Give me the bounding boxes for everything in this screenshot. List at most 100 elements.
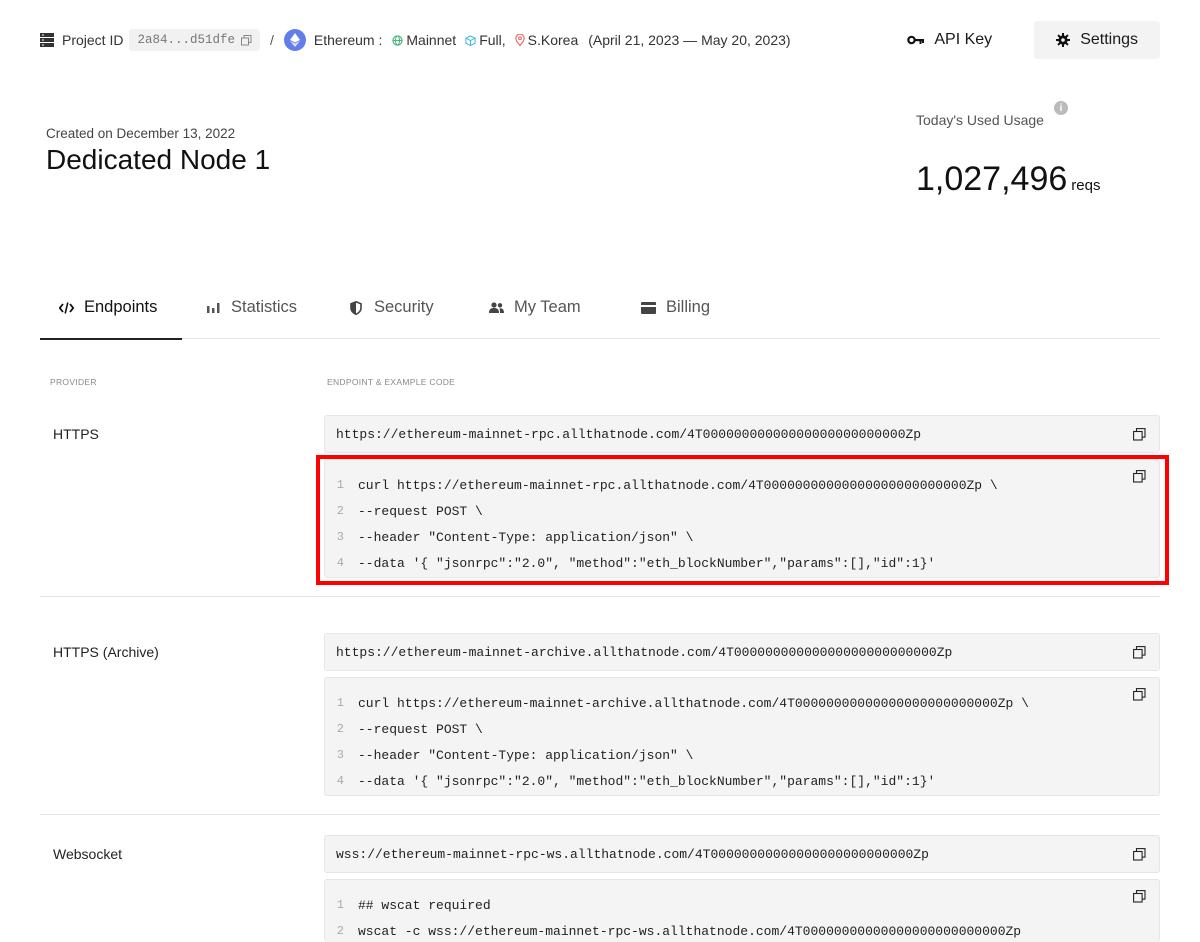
code-line: 2 --request POST \ [325,716,1159,742]
top-actions: API Key Settings [889,21,1160,59]
location-pin-icon [514,34,525,46]
code-line: 3 --header "Content-Type: application/jso… [325,524,1159,550]
team-icon [488,300,504,316]
database-icon [40,33,54,47]
api-key-button[interactable]: API Key [889,21,1034,59]
created-date: Created on December 13, 2022 [46,126,236,141]
bar-chart-icon [205,300,221,316]
code-text: --header "Content-Type: application/json… [358,747,694,763]
copy-icon[interactable] [1133,646,1146,659]
endpoint-url-box: https://ethereum-mainnet-rpc.allthatnode… [324,415,1160,453]
tab-endpoints[interactable]: Endpoints [40,276,182,340]
endpoint-column-header: ENDPOINT & EXAMPLE CODE [327,377,456,387]
top-bar: Project ID 2a84...d51dfe / Ethereum : Ma… [40,20,1160,60]
info-icon[interactable]: i [1054,101,1068,115]
divider [40,814,1160,815]
usage-label: Today's Used Usage [916,112,1044,128]
network-name: Ethereum : [313,32,383,48]
breadcrumb-separator: / [270,32,274,48]
endpoint-url: https://ethereum-mainnet-rpc.allthatnode… [336,426,922,442]
card-icon [640,300,656,316]
code-example: 1 curl https://ethereum-mainnet-archive.a… [324,677,1160,796]
line-number: 2 [336,722,344,736]
copy-icon[interactable] [1133,688,1146,701]
project-id-label: Project ID [62,32,124,48]
billing-period: (April 21, 2023 — May 20, 2023) [588,32,791,48]
cube-icon [465,34,476,46]
ethereum-icon [283,29,306,51]
copy-icon[interactable] [1133,428,1146,441]
breadcrumb: Project ID 2a84...d51dfe / Ethereum : Ma… [40,29,791,51]
code-text: --header "Content-Type: application/json… [358,529,694,545]
endpoint-url: https://ethereum-mainnet-archive.allthat… [336,644,953,660]
tab-my-team[interactable]: My Team [465,276,617,339]
region-chip: S.Korea [514,32,579,48]
globe-icon [392,34,404,46]
page-title: Dedicated Node 1 [46,144,271,175]
line-number: 4 [336,556,344,570]
gear-icon [1056,33,1071,47]
code-text: wscat -c wss://ethereum-mainnet-rpc-ws.a… [358,923,1022,939]
copy-icon[interactable] [1133,848,1146,861]
code-line: 2 --request POST \ [325,498,1159,524]
usage-value: 1,027,496 [916,160,1068,198]
tab-label: Statistics [231,298,298,316]
node-type-chip: Full, [465,32,506,48]
mainnet-chip: Mainnet [392,32,456,48]
code-example: 1 curl https://ethereum-mainnet-rpc.allth… [324,459,1160,578]
copy-icon[interactable] [1133,470,1146,483]
tab-statistics[interactable]: Statistics [182,276,325,339]
key-icon [907,35,925,45]
project-id-box: 2a84...d51dfe [129,29,260,51]
code-text: --data '{ "jsonrpc":"2.0", "method":"eth… [358,773,936,789]
line-number: 2 [336,924,344,938]
line-number: 4 [336,774,344,788]
code-text: curl https://ethereum-mainnet-archive.al… [358,695,1029,711]
code-line: 1 curl https://ethereum-mainnet-rpc.allth… [325,472,1159,498]
line-number: 2 [336,504,344,518]
mainnet-label: Mainnet [406,32,457,48]
code-line: 4 --data '{ "jsonrpc":"2.0", "method":"et… [325,768,1159,794]
code-line: 1 curl https://ethereum-mainnet-archive.a… [325,690,1159,716]
tab-label: My Team [514,298,581,316]
shield-icon [348,300,364,316]
code-text: --data '{ "jsonrpc":"2.0", "method":"eth… [358,555,936,571]
divider [40,596,1160,597]
endpoint-url-box: wss://ethereum-mainnet-rpc-ws.allthatnod… [324,835,1160,873]
settings-button[interactable]: Settings [1034,21,1160,59]
usage-unit: reqs [1071,177,1101,194]
tab-security[interactable]: Security [325,276,465,339]
code-line: 4 --data '{ "jsonrpc":"2.0", "method":"et… [325,550,1159,576]
code-text: --request POST \ [358,503,483,519]
provider-name: HTTPS (Archive) [53,644,159,660]
usage-value-container: 1,027,496 reqs [916,160,1100,199]
code-text: ## wscat required [358,897,491,913]
region-label: S.Korea [527,32,579,48]
tab-label: Endpoints [84,298,158,316]
code-line: 2 wscat -c wss://ethereum-mainnet-rpc-ws.… [325,918,1159,942]
provider-name: Websocket [53,846,122,862]
code-icon [58,300,74,316]
tab-label: Security [374,298,434,316]
code-example: 1 ## wscat required 2 wscat -c wss://ether… [324,879,1160,942]
copy-icon[interactable] [1133,890,1146,903]
endpoint-url: wss://ethereum-mainnet-rpc-ws.allthatnod… [336,846,929,862]
api-key-label: API Key [934,31,993,48]
tab-billing[interactable]: Billing [617,276,757,339]
code-text: --request POST \ [358,721,483,737]
tab-label: Billing [666,298,711,316]
tab-bar: Endpoints Statistics Security My Team Bi… [40,276,1160,340]
line-number: 1 [336,898,344,912]
code-line: 3 --header "Content-Type: application/jso… [325,742,1159,768]
endpoint-url-box: https://ethereum-mainnet-archive.allthat… [324,633,1160,671]
provider-column-header: PROVIDER [50,377,97,387]
settings-label: Settings [1080,31,1138,48]
project-id-value: 2a84...d51dfe [137,33,235,47]
copy-icon[interactable] [241,34,252,46]
line-number: 3 [336,748,344,762]
provider-name: HTTPS [53,426,99,442]
line-number: 1 [336,478,344,492]
code-text: curl https://ethereum-mainnet-rpc.alltha… [358,477,998,493]
code-line: 1 ## wscat required [325,892,1159,918]
line-number: 3 [336,530,344,544]
